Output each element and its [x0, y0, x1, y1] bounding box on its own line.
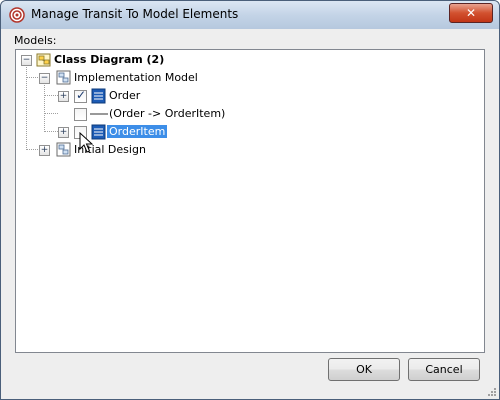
- tree-node-initial-design[interactable]: + Initial Design: [16, 142, 316, 158]
- class-icon: [91, 124, 106, 140]
- order-checkbox[interactable]: ✓: [74, 88, 87, 103]
- mouse-pointer-icon: [79, 132, 93, 153]
- tree-node-order-item[interactable]: + OrderItem: [16, 124, 316, 140]
- dialog-window: Manage Transit To Model Elements ✕ Model…: [0, 0, 500, 400]
- expand-icon[interactable]: +: [58, 91, 69, 102]
- collapse-icon[interactable]: −: [39, 73, 50, 84]
- title-bar[interactable]: Manage Transit To Model Elements ✕: [1, 1, 499, 29]
- models-tree[interactable]: − Class Diagram (2) − Implementation Mod…: [15, 49, 485, 353]
- ok-button[interactable]: OK: [328, 358, 400, 381]
- expand-icon[interactable]: +: [39, 145, 50, 156]
- close-icon: ✕: [465, 6, 477, 20]
- class-icon: [91, 88, 106, 104]
- collapse-icon[interactable]: −: [21, 55, 32, 66]
- class-diagram-label: Class Diagram (2): [54, 53, 165, 66]
- order-item-label: OrderItem: [107, 125, 168, 138]
- association-checkbox[interactable]: [74, 108, 87, 121]
- order-label: Order: [109, 89, 141, 102]
- cancel-button[interactable]: Cancel: [408, 358, 480, 381]
- tree-node-class-diagram[interactable]: − Class Diagram (2): [16, 52, 316, 68]
- close-button[interactable]: ✕: [449, 3, 493, 23]
- models-label: Models:: [14, 34, 57, 47]
- resize-grip-icon[interactable]: [487, 387, 497, 397]
- checkmark-icon: ✓: [76, 88, 87, 102]
- tree-node-implementation-model[interactable]: − Implementation Model: [16, 70, 316, 86]
- class-diagram-icon: [36, 53, 51, 67]
- association-label: (Order -> OrderItem): [109, 107, 226, 120]
- model-icon: [56, 142, 71, 157]
- window-title: Manage Transit To Model Elements: [31, 7, 239, 21]
- tree-node-association[interactable]: (Order -> OrderItem): [16, 106, 316, 122]
- implementation-model-label: Implementation Model: [74, 71, 198, 84]
- tree-node-order[interactable]: + ✓ Order: [16, 88, 316, 104]
- model-icon: [56, 70, 71, 85]
- expand-icon[interactable]: +: [58, 127, 69, 138]
- app-logo-icon: [9, 7, 25, 23]
- association-icon: [90, 113, 108, 115]
